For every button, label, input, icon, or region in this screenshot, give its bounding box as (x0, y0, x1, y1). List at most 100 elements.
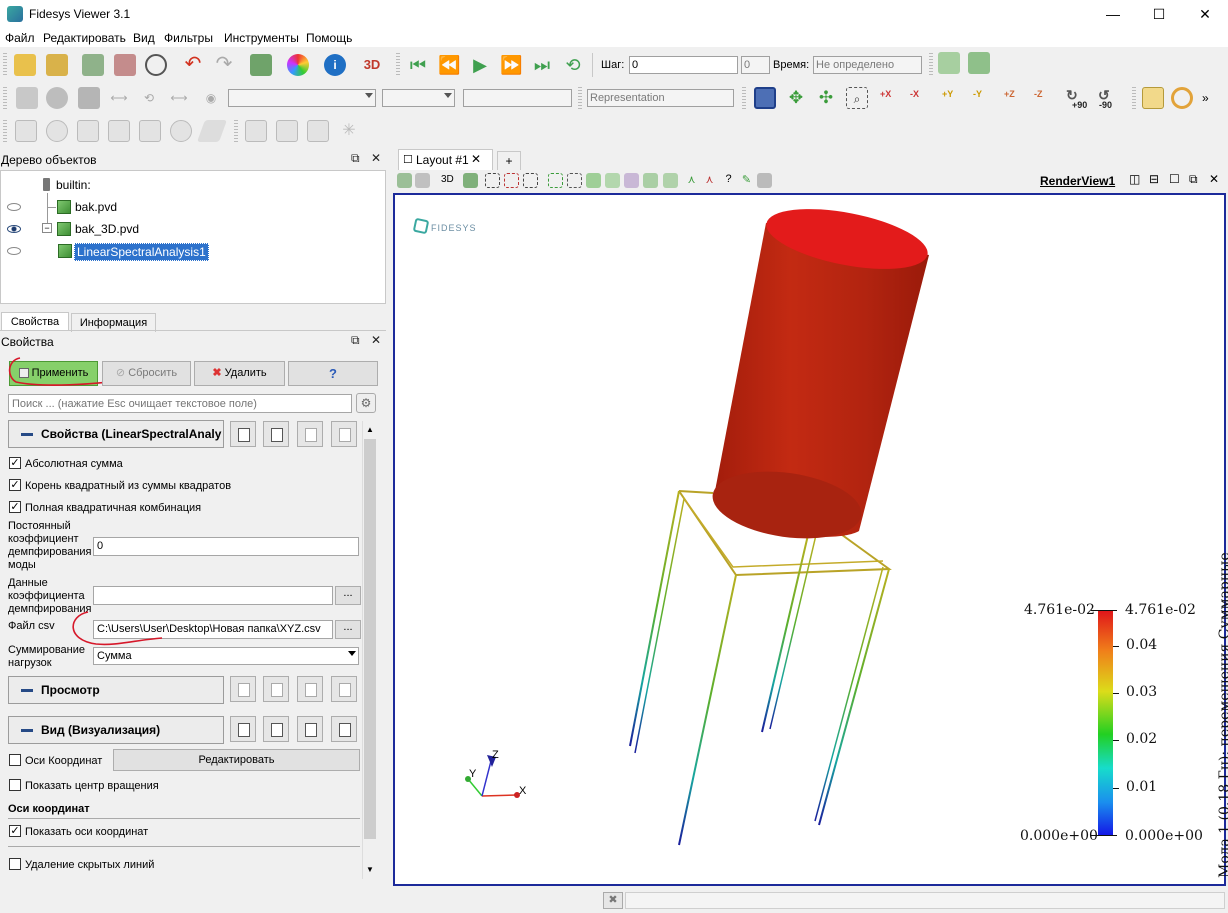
render-view[interactable]: FIDESYS X Y Z 4.761e-02 4.761e-02 0.000e… (393, 193, 1228, 886)
clock-icon[interactable] (145, 54, 167, 76)
view-plus-z-button[interactable]: +Z (1004, 89, 1015, 99)
stop-icon[interactable]: ✖ (603, 892, 623, 909)
scroll-up-icon[interactable]: ▲ (366, 425, 374, 434)
restore-default-icon[interactable] (297, 716, 323, 742)
select-polygon-icon[interactable] (567, 173, 582, 188)
paste-icon[interactable] (263, 676, 289, 702)
pick-center-icon[interactable] (1171, 87, 1193, 109)
hover-points-icon[interactable] (624, 173, 639, 188)
connect-icon[interactable] (82, 54, 104, 76)
float-panel-icon[interactable]: ⧉ (351, 333, 360, 348)
rotate-minus-90-button[interactable]: -90 (1099, 100, 1112, 110)
maximize-button[interactable]: ☐ (1136, 0, 1182, 29)
section-properties-header[interactable]: Свойства (LinearSpectralAnaly (8, 420, 224, 448)
sum-loads-select[interactable]: Сумма (93, 647, 359, 665)
tree-item-builtin[interactable]: builtin: (56, 178, 91, 192)
edit-label-icon[interactable]: ✎ (739, 173, 754, 188)
cqc-checkbox[interactable]: ✓ (9, 501, 21, 513)
visibility-eye-icon[interactable] (7, 203, 21, 211)
menu-view[interactable]: Вид (133, 31, 155, 45)
section-display-header[interactable]: Вид (Визуализация) (8, 716, 224, 744)
split-horizontal-icon[interactable]: ◫ (1129, 172, 1140, 186)
select-cells-on-icon[interactable] (485, 173, 500, 188)
zoom-to-data-icon[interactable]: ✥ (785, 87, 807, 109)
tree-item-linear-spectral[interactable]: LinearSpectralAnalysis1 (74, 243, 209, 261)
section-view-header[interactable]: Просмотр (8, 676, 224, 704)
close-button[interactable]: ✕ (1182, 0, 1228, 29)
copy-icon[interactable] (230, 676, 256, 702)
save-default-icon[interactable] (331, 421, 357, 447)
load-state-icon[interactable] (46, 54, 68, 76)
overflow-chevron-icon[interactable]: » (1202, 91, 1209, 105)
axes-checkbox[interactable] (9, 754, 21, 766)
zoom-to-box-icon[interactable]: ⌕ (846, 87, 868, 109)
advanced-gear-icon[interactable]: ⚙ (356, 393, 376, 413)
view-minus-x-button[interactable]: -X (910, 89, 919, 99)
search-input[interactable] (8, 394, 352, 413)
open-file-icon[interactable] (14, 54, 36, 76)
close-tab-icon[interactable]: ✕ (471, 152, 481, 166)
first-frame-icon[interactable]: ⏮ (407, 54, 429, 76)
minimize-button[interactable]: — (1090, 0, 1136, 29)
split-vertical-icon[interactable]: ⊟ (1149, 172, 1159, 186)
layout-tab[interactable]: ☐ Layout #1 ✕ (398, 149, 493, 170)
damping-const-input[interactable]: 0 (93, 537, 359, 556)
damping-browse-button[interactable]: ... (335, 586, 361, 605)
center-rotation-checkbox[interactable] (9, 779, 21, 791)
reset-button[interactable]: ⊘ Сбросить (102, 361, 191, 386)
edit-axes-button[interactable]: Редактировать (113, 749, 360, 771)
menu-file[interactable]: Файл (5, 31, 35, 45)
interactive-select-icon[interactable] (605, 173, 620, 188)
copy-icon[interactable] (230, 716, 256, 742)
select-points-on-icon[interactable] (504, 173, 519, 188)
scroll-thumb[interactable] (364, 439, 376, 839)
view-plus-x-button[interactable]: +X (880, 89, 891, 99)
add-plugin-icon[interactable] (968, 52, 990, 74)
disconnect-icon[interactable] (114, 54, 136, 76)
menu-tools[interactable]: Инструменты (224, 31, 299, 45)
render-view-name[interactable]: RenderView1 (1040, 174, 1115, 188)
float-panel-icon[interactable]: ⧉ (351, 151, 360, 166)
toggle-3d-button[interactable]: 3D (441, 174, 454, 185)
view-minus-z-button[interactable]: -Z (1034, 89, 1043, 99)
select-block-icon[interactable] (586, 173, 601, 188)
collapse-icon[interactable]: − (42, 223, 52, 233)
3d-icon[interactable]: 3D (361, 54, 383, 76)
loop-icon[interactable]: ⟲ (562, 54, 584, 76)
step-input[interactable]: 0 (629, 56, 738, 74)
show-axes-checkbox[interactable]: ✓ (9, 825, 21, 837)
last-frame-icon[interactable]: ⏭ (531, 54, 553, 76)
maximize-view-icon[interactable]: ☐ (1169, 172, 1180, 186)
properties-scrollbar[interactable]: ▲ ▼ (362, 421, 377, 879)
tree-item-bak-3d[interactable]: bak_3D.pvd (75, 222, 139, 236)
damping-data-input[interactable] (93, 586, 333, 605)
previous-frame-icon[interactable]: ⏪ (438, 54, 460, 76)
center-rotation-icon[interactable] (1142, 87, 1164, 109)
menu-help[interactable]: Помощь (306, 31, 352, 45)
restore-default-icon[interactable] (297, 421, 323, 447)
add-layout-button[interactable]: + (497, 151, 521, 170)
visibility-eye-icon[interactable] (7, 225, 21, 233)
view-minus-y-button[interactable]: -Y (973, 89, 982, 99)
tree-item-bak[interactable]: bak.pvd (75, 200, 117, 214)
restore-default-icon[interactable] (297, 676, 323, 702)
paste-icon[interactable] (263, 716, 289, 742)
grow-selection-icon[interactable] (643, 173, 658, 188)
clear-selection-icon[interactable] (757, 173, 772, 188)
save-default-icon[interactable] (331, 676, 357, 702)
color-palette-icon[interactable] (287, 54, 309, 76)
plot-selection-icon[interactable]: ⋏ (702, 173, 717, 188)
capture-icon[interactable] (397, 173, 412, 188)
plugin-settings-icon[interactable] (938, 52, 960, 74)
zoom-closest-icon[interactable]: ✣ (815, 87, 837, 109)
delete-button[interactable]: ✖ Удалить (194, 361, 285, 386)
restore-view-icon[interactable]: ⧉ (1189, 172, 1198, 187)
tab-properties[interactable]: Свойства (1, 312, 69, 331)
save-default-icon[interactable] (331, 716, 357, 742)
visibility-eye-icon[interactable] (7, 247, 21, 255)
menu-filters[interactable]: Фильтры (164, 31, 213, 45)
hidden-lines-checkbox[interactable] (9, 858, 21, 870)
camera-undo-icon[interactable] (250, 54, 272, 76)
paste-icon[interactable] (263, 421, 289, 447)
scroll-down-icon[interactable]: ▼ (366, 865, 374, 874)
